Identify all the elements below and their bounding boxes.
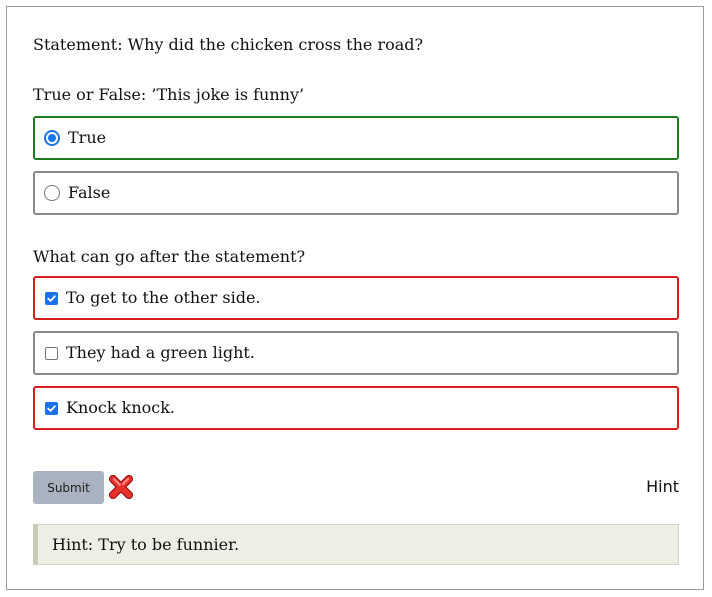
red-x-icon (107, 473, 135, 501)
question-2-title: What can go after the statement? (33, 247, 306, 266)
submit-button[interactable]: Submit (33, 471, 104, 504)
option-label: To get to the other side. (66, 288, 261, 307)
radio-selected-icon[interactable] (44, 130, 60, 146)
option-label: Knock knock. (66, 398, 176, 417)
option-label: They had a green light. (66, 343, 255, 362)
option-true[interactable]: True (33, 116, 679, 160)
option-other-side[interactable]: To get to the other side. (33, 276, 679, 320)
hint-link[interactable]: Hint (646, 477, 679, 496)
radio-unselected-icon[interactable] (44, 185, 60, 201)
hint-box: Hint: Try to be funnier. (33, 524, 679, 565)
checkbox-unchecked-icon[interactable] (45, 346, 58, 360)
question-1-title: True or False: ’This joke is funny’ (33, 85, 305, 104)
option-knock-knock[interactable]: Knock knock. (33, 386, 679, 430)
checkbox-checked-icon[interactable] (45, 291, 58, 305)
option-label: False (68, 183, 111, 202)
checkbox-checked-icon[interactable] (45, 401, 58, 415)
option-green-light[interactable]: They had a green light. (33, 331, 679, 375)
quiz-container: Statement: Why did the chicken cross the… (6, 6, 704, 590)
option-label: True (68, 128, 107, 147)
statement-text: Statement: Why did the chicken cross the… (33, 35, 424, 54)
option-false[interactable]: False (33, 171, 679, 215)
hint-text: Hint: Try to be funnier. (52, 535, 240, 554)
